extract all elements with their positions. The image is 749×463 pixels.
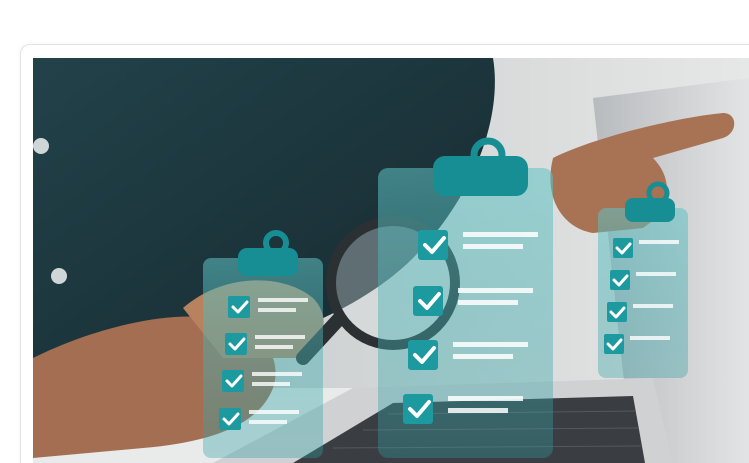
page: [0, 0, 749, 463]
hero-image: [33, 58, 749, 463]
checklist-photo-icon: [33, 58, 749, 463]
